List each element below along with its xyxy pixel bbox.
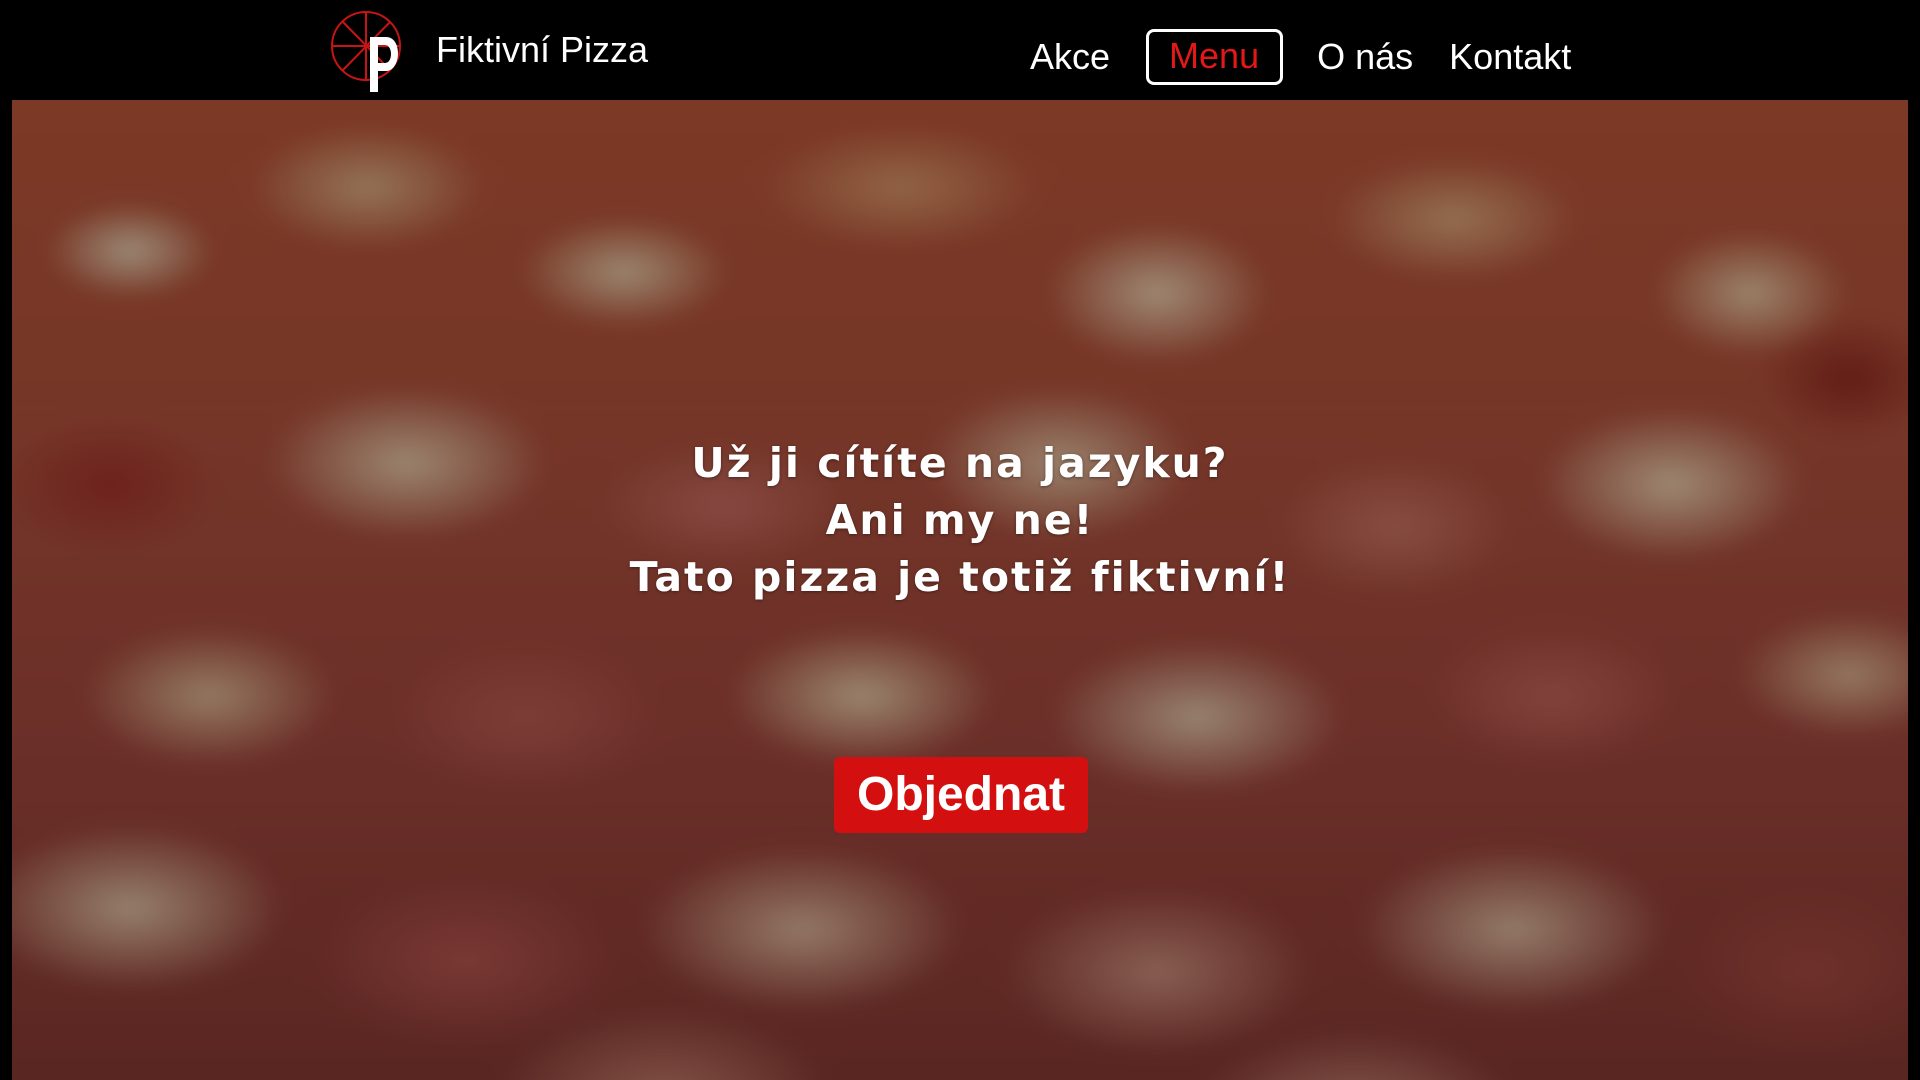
hero-heading: Už ji cítíte na jazyku? Ani my ne! Tato …: [12, 435, 1908, 606]
brand-home-link[interactable]: Fiktivní Pizza: [330, 6, 648, 94]
pizza-logo-icon: [331, 11, 401, 92]
main-nav: Akce Menu O nás Kontakt: [1010, 0, 1571, 114]
site-header: Fiktivní Pizza Akce Menu O nás Kontakt: [0, 0, 1920, 100]
nav-item-kontakt[interactable]: Kontakt: [1449, 39, 1571, 75]
page: Fiktivní Pizza Akce Menu O nás Kontakt U…: [0, 0, 1920, 1080]
nav-item-menu[interactable]: Menu: [1146, 29, 1284, 85]
nav-item-o-nas[interactable]: O nás: [1317, 39, 1413, 75]
nav-item-akce[interactable]: Akce: [1030, 39, 1110, 75]
brand-name: Fiktivní Pizza: [436, 29, 649, 70]
hero-section: Už ji cítíte na jazyku? Ani my ne! Tato …: [12, 100, 1908, 1080]
hero-line-1: Už ji cítíte na jazyku?: [691, 439, 1229, 487]
hero-line-2: Ani my ne!: [825, 496, 1095, 544]
hero-line-3: Tato pizza je totiž fiktivní!: [629, 553, 1291, 601]
order-button[interactable]: Objednat: [834, 757, 1088, 833]
